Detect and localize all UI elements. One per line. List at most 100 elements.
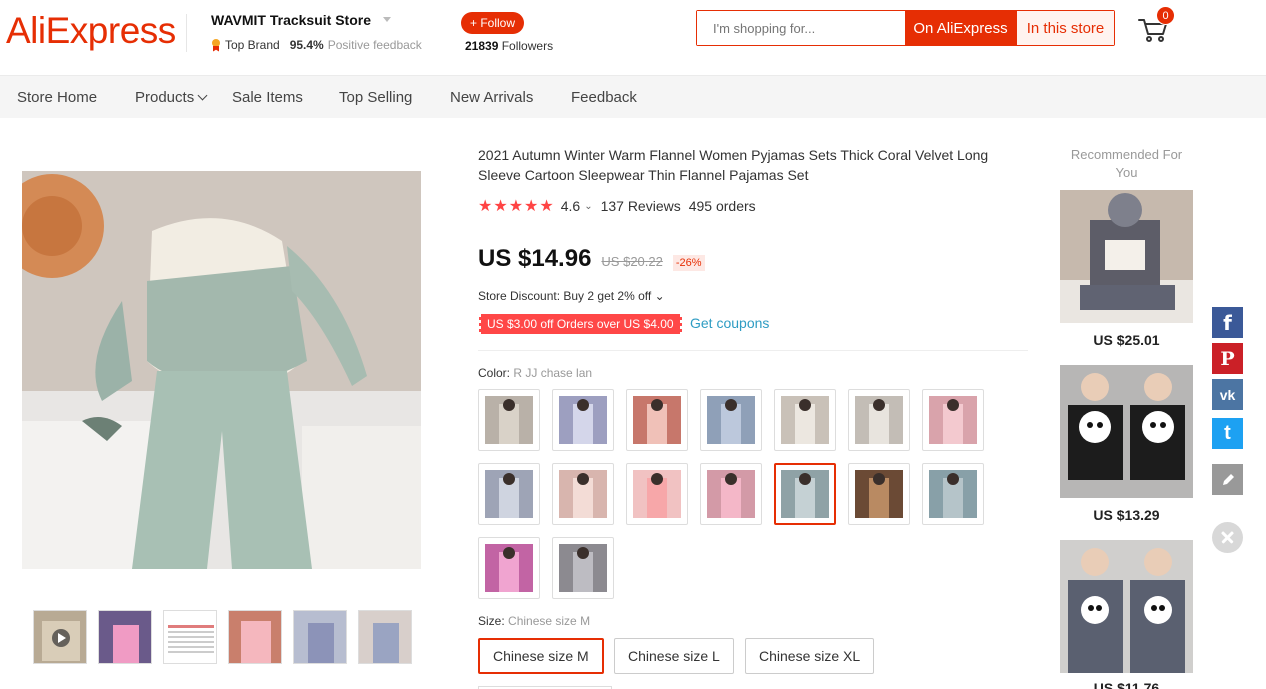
swatch-thumbnail xyxy=(929,470,977,518)
color-swatch[interactable] xyxy=(478,463,540,525)
store-badges: Top Brand 95.4% Positive feedback xyxy=(211,38,422,52)
recommended-item-image[interactable] xyxy=(1060,190,1193,323)
size-option[interactable]: Chinese size XL xyxy=(745,638,875,674)
color-value: R JJ chase lan xyxy=(513,366,593,380)
color-swatch[interactable] xyxy=(552,537,614,599)
thumbnail[interactable] xyxy=(358,610,412,664)
swatch-thumbnail xyxy=(633,470,681,518)
color-label-title: Color: xyxy=(478,366,511,380)
size-value: Chinese size M xyxy=(508,614,591,628)
thumbnail[interactable] xyxy=(98,610,152,664)
chevron-down-icon[interactable]: ⌄ xyxy=(584,201,592,212)
coupon-badge[interactable]: US $3.00 off Orders over US $4.00 xyxy=(477,314,684,334)
size-option[interactable]: Chinese size M xyxy=(478,638,604,674)
store-name[interactable]: WAVMIT Tracksuit Store xyxy=(211,12,371,28)
reviews-count[interactable]: 137 Reviews xyxy=(601,198,681,214)
rating-row: ★★★★★ 4.6 ⌄ 137 Reviews 495 orders xyxy=(478,196,756,216)
color-swatch[interactable] xyxy=(552,389,614,451)
facebook-share-icon[interactable]: f xyxy=(1212,307,1243,338)
color-swatch[interactable] xyxy=(922,389,984,451)
color-swatch[interactable] xyxy=(478,389,540,451)
logo-divider xyxy=(186,14,187,52)
recommended-item-price[interactable]: US $25.01 xyxy=(1060,332,1193,348)
nav-top-selling[interactable]: Top Selling xyxy=(339,89,412,106)
color-label: Color: R JJ chase lan xyxy=(478,366,592,380)
swatch-thumbnail xyxy=(485,544,533,592)
discount-badge: -26% xyxy=(672,255,705,271)
color-swatch[interactable] xyxy=(700,463,762,525)
nav-products[interactable]: Products xyxy=(135,89,208,106)
positive-feedback-label: Positive feedback xyxy=(327,38,422,52)
search-store-button[interactable]: In this store xyxy=(1016,11,1114,45)
divider xyxy=(478,350,1028,351)
aliexpress-logo[interactable]: AliExpress xyxy=(6,10,176,52)
swatch-thumbnail xyxy=(855,470,903,518)
swatch-thumbnail xyxy=(559,470,607,518)
store-discount[interactable]: Store Discount: Buy 2 get 2% off ⌄ xyxy=(478,289,665,303)
search-bar: On AliExpress In this store xyxy=(696,10,1115,46)
recommended-item-image[interactable] xyxy=(1060,540,1193,673)
close-icon[interactable] xyxy=(1212,522,1243,553)
color-swatch[interactable] xyxy=(922,463,984,525)
nav-new-arrivals[interactable]: New Arrivals xyxy=(450,89,533,106)
swatch-thumbnail xyxy=(559,544,607,592)
edit-icon[interactable] xyxy=(1212,464,1243,495)
thumbnail-video[interactable] xyxy=(33,610,87,664)
color-swatch[interactable] xyxy=(774,463,836,525)
color-swatch[interactable] xyxy=(552,463,614,525)
cart-count-badge: 0 xyxy=(1156,6,1175,25)
color-swatch[interactable] xyxy=(848,463,910,525)
follow-button[interactable]: + Follow xyxy=(461,12,524,34)
product-main-image[interactable] xyxy=(22,171,421,569)
nav-products-label: Products xyxy=(135,89,195,106)
followers-label: Followers xyxy=(501,39,554,53)
size-option[interactable]: Chinese size L xyxy=(614,638,734,674)
orders-count: 495 orders xyxy=(688,198,756,214)
search-input[interactable] xyxy=(697,11,905,45)
recommended-item-price[interactable]: US $11.76 xyxy=(1060,680,1193,689)
store-nav: Store Home Products Sale Items Top Selli… xyxy=(0,75,1266,118)
swatch-thumbnail xyxy=(781,470,829,518)
color-swatch[interactable] xyxy=(774,389,836,451)
nav-sale-items[interactable]: Sale Items xyxy=(232,89,303,106)
store-discount-label: Store Discount: Buy 2 get 2% off xyxy=(478,289,652,303)
pinterest-share-icon[interactable]: P xyxy=(1212,343,1243,374)
size-label: Size: Chinese size M xyxy=(478,614,590,628)
chevron-down-icon xyxy=(197,90,208,101)
search-aliexpress-button[interactable]: On AliExpress xyxy=(905,11,1016,45)
thumbnail[interactable] xyxy=(228,610,282,664)
price-row: US $14.96 US $20.22 -26% xyxy=(478,245,705,273)
color-swatch[interactable] xyxy=(478,537,540,599)
current-price: US $14.96 xyxy=(478,245,592,272)
color-swatch[interactable] xyxy=(848,389,910,451)
recommended-item-price[interactable]: US $13.29 xyxy=(1060,507,1193,523)
swatch-thumbnail xyxy=(929,396,977,444)
rating-value[interactable]: 4.6 xyxy=(561,198,580,214)
color-swatch[interactable] xyxy=(700,389,762,451)
recommended-item-image[interactable] xyxy=(1060,365,1193,498)
color-swatch[interactable] xyxy=(626,463,688,525)
swatch-thumbnail xyxy=(559,396,607,444)
thumbnail[interactable] xyxy=(163,610,217,664)
swatch-thumbnail xyxy=(707,470,755,518)
vk-share-icon[interactable]: vk xyxy=(1212,379,1243,410)
medal-icon xyxy=(211,38,221,52)
store-dropdown-icon[interactable] xyxy=(383,17,391,22)
size-label-title: Size: xyxy=(478,614,505,628)
original-price: US $20.22 xyxy=(601,254,663,269)
nav-feedback[interactable]: Feedback xyxy=(571,89,637,106)
swatch-thumbnail xyxy=(633,396,681,444)
color-swatch[interactable] xyxy=(626,389,688,451)
top-brand-label: Top Brand xyxy=(225,38,280,52)
nav-store-home[interactable]: Store Home xyxy=(17,89,97,106)
positive-feedback-pct: 95.4% xyxy=(289,38,324,52)
swatch-thumbnail xyxy=(781,396,829,444)
chevron-down-icon: ⌄ xyxy=(654,289,665,303)
product-title: 2021 Autumn Winter Warm Flannel Women Py… xyxy=(478,147,989,183)
twitter-share-icon[interactable]: t xyxy=(1212,418,1243,449)
swatch-thumbnail xyxy=(707,396,755,444)
swatch-thumbnail xyxy=(485,470,533,518)
thumbnail[interactable] xyxy=(293,610,347,664)
header: AliExpress WAVMIT Tracksuit Store Top Br… xyxy=(0,0,1266,75)
get-coupons-link[interactable]: Get coupons xyxy=(690,315,769,331)
